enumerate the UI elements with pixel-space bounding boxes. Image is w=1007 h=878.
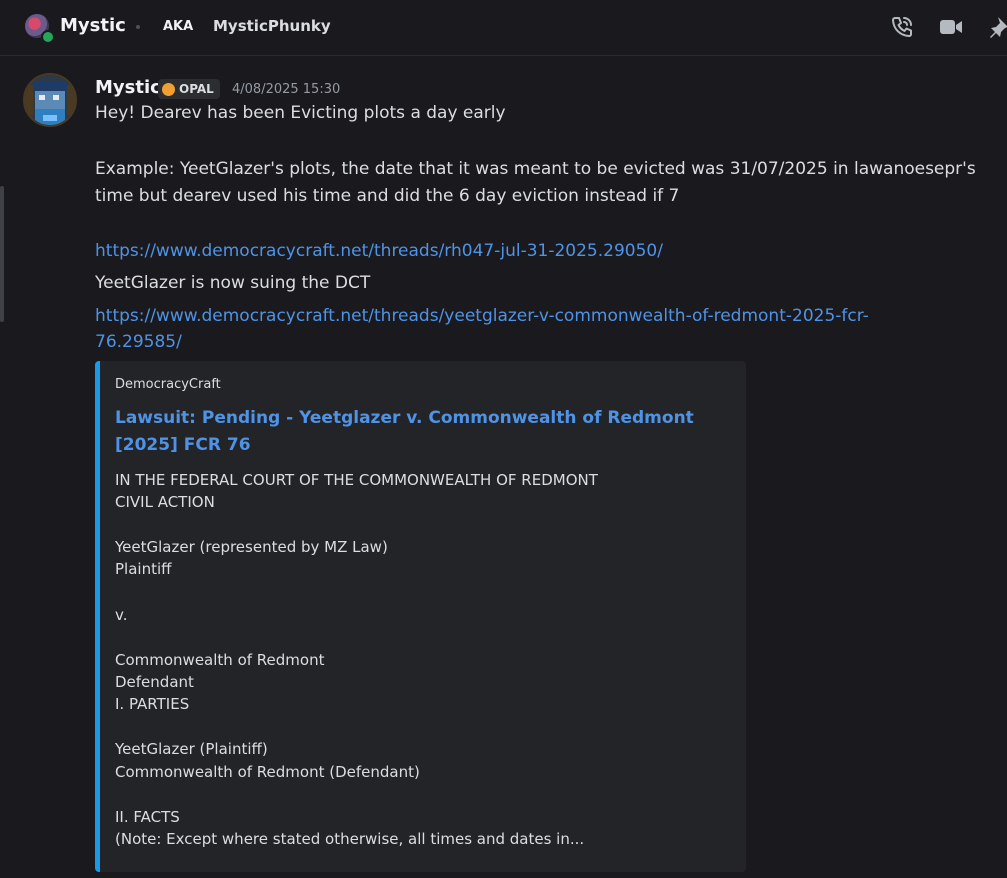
embed-body-line: Commonwealth of Redmont (Defendant)	[115, 763, 420, 781]
alias-name: MysticPhunky	[213, 17, 331, 35]
embed-title[interactable]: Lawsuit: Pending - Yeetglazer v. Commonw…	[115, 405, 735, 459]
embed-body-line: Commonwealth of Redmont	[115, 651, 325, 669]
message-timestamp[interactable]: 4/08/2025 15:30	[232, 82, 340, 97]
message-line: YeetGlazer is now suing the DCT	[95, 273, 371, 293]
embed-body-line: YeetGlazer (represented by MZ Law)	[115, 538, 388, 556]
embed-body-line: IN THE FEDERAL COURT OF THE COMMONWEALTH…	[115, 471, 598, 489]
embed-body-line: II. FACTS	[115, 808, 180, 826]
dm-header: Mystic AKA MysticPhunky	[0, 0, 1007, 56]
message-link-lawsuit-cont[interactable]: 76.29585/	[95, 332, 182, 352]
lawsuit-link-cont[interactable]: 76.29585/	[95, 332, 182, 352]
embed-body-line: CIVIL ACTION	[115, 493, 215, 511]
opal-tag-icon	[162, 82, 175, 96]
embed-body-line: I. PARTIES	[115, 695, 190, 713]
embed-body-line: Defendant	[115, 673, 194, 691]
server-tag-badge[interactable]: OPAL	[158, 79, 220, 99]
server-tag-label: OPAL	[179, 82, 214, 96]
message-link-thread[interactable]: https://www.democracycraft.net/threads/r…	[95, 241, 663, 261]
video-call-icon[interactable]	[938, 14, 964, 40]
scrollbar[interactable]	[0, 186, 4, 322]
message-link-lawsuit[interactable]: https://www.democracycraft.net/threads/y…	[95, 306, 869, 326]
separator-dot	[136, 25, 140, 29]
message-avatar[interactable]	[23, 73, 77, 127]
message-line: Example: YeetGlazer's plots, the date th…	[95, 159, 976, 179]
pin-icon[interactable]	[988, 14, 1007, 40]
message-line: time but dearev used his time and did th…	[95, 186, 680, 206]
link-embed: DemocracyCraft Lawsuit: Pending - Yeetgl…	[95, 361, 746, 872]
lawsuit-link[interactable]: https://www.democracycraft.net/threads/y…	[95, 306, 869, 326]
aka-label: AKA	[163, 19, 194, 34]
thread-link[interactable]: https://www.democracycraft.net/threads/r…	[95, 241, 663, 261]
message-line: Hey! Dearev has been Evicting plots a da…	[95, 103, 506, 123]
embed-body-line: YeetGlazer (Plaintiff)	[115, 740, 268, 758]
embed-provider[interactable]: DemocracyCraft	[115, 377, 221, 392]
embed-body-line: (Note: Except where stated otherwise, al…	[115, 830, 585, 848]
embed-body-line: Plaintiff	[115, 560, 172, 578]
online-status-icon	[41, 30, 55, 44]
embed-body-line: v.	[115, 606, 128, 624]
header-username[interactable]: Mystic	[60, 15, 126, 36]
voice-call-icon[interactable]	[889, 14, 915, 40]
message-author[interactable]: Mystic	[95, 77, 161, 98]
